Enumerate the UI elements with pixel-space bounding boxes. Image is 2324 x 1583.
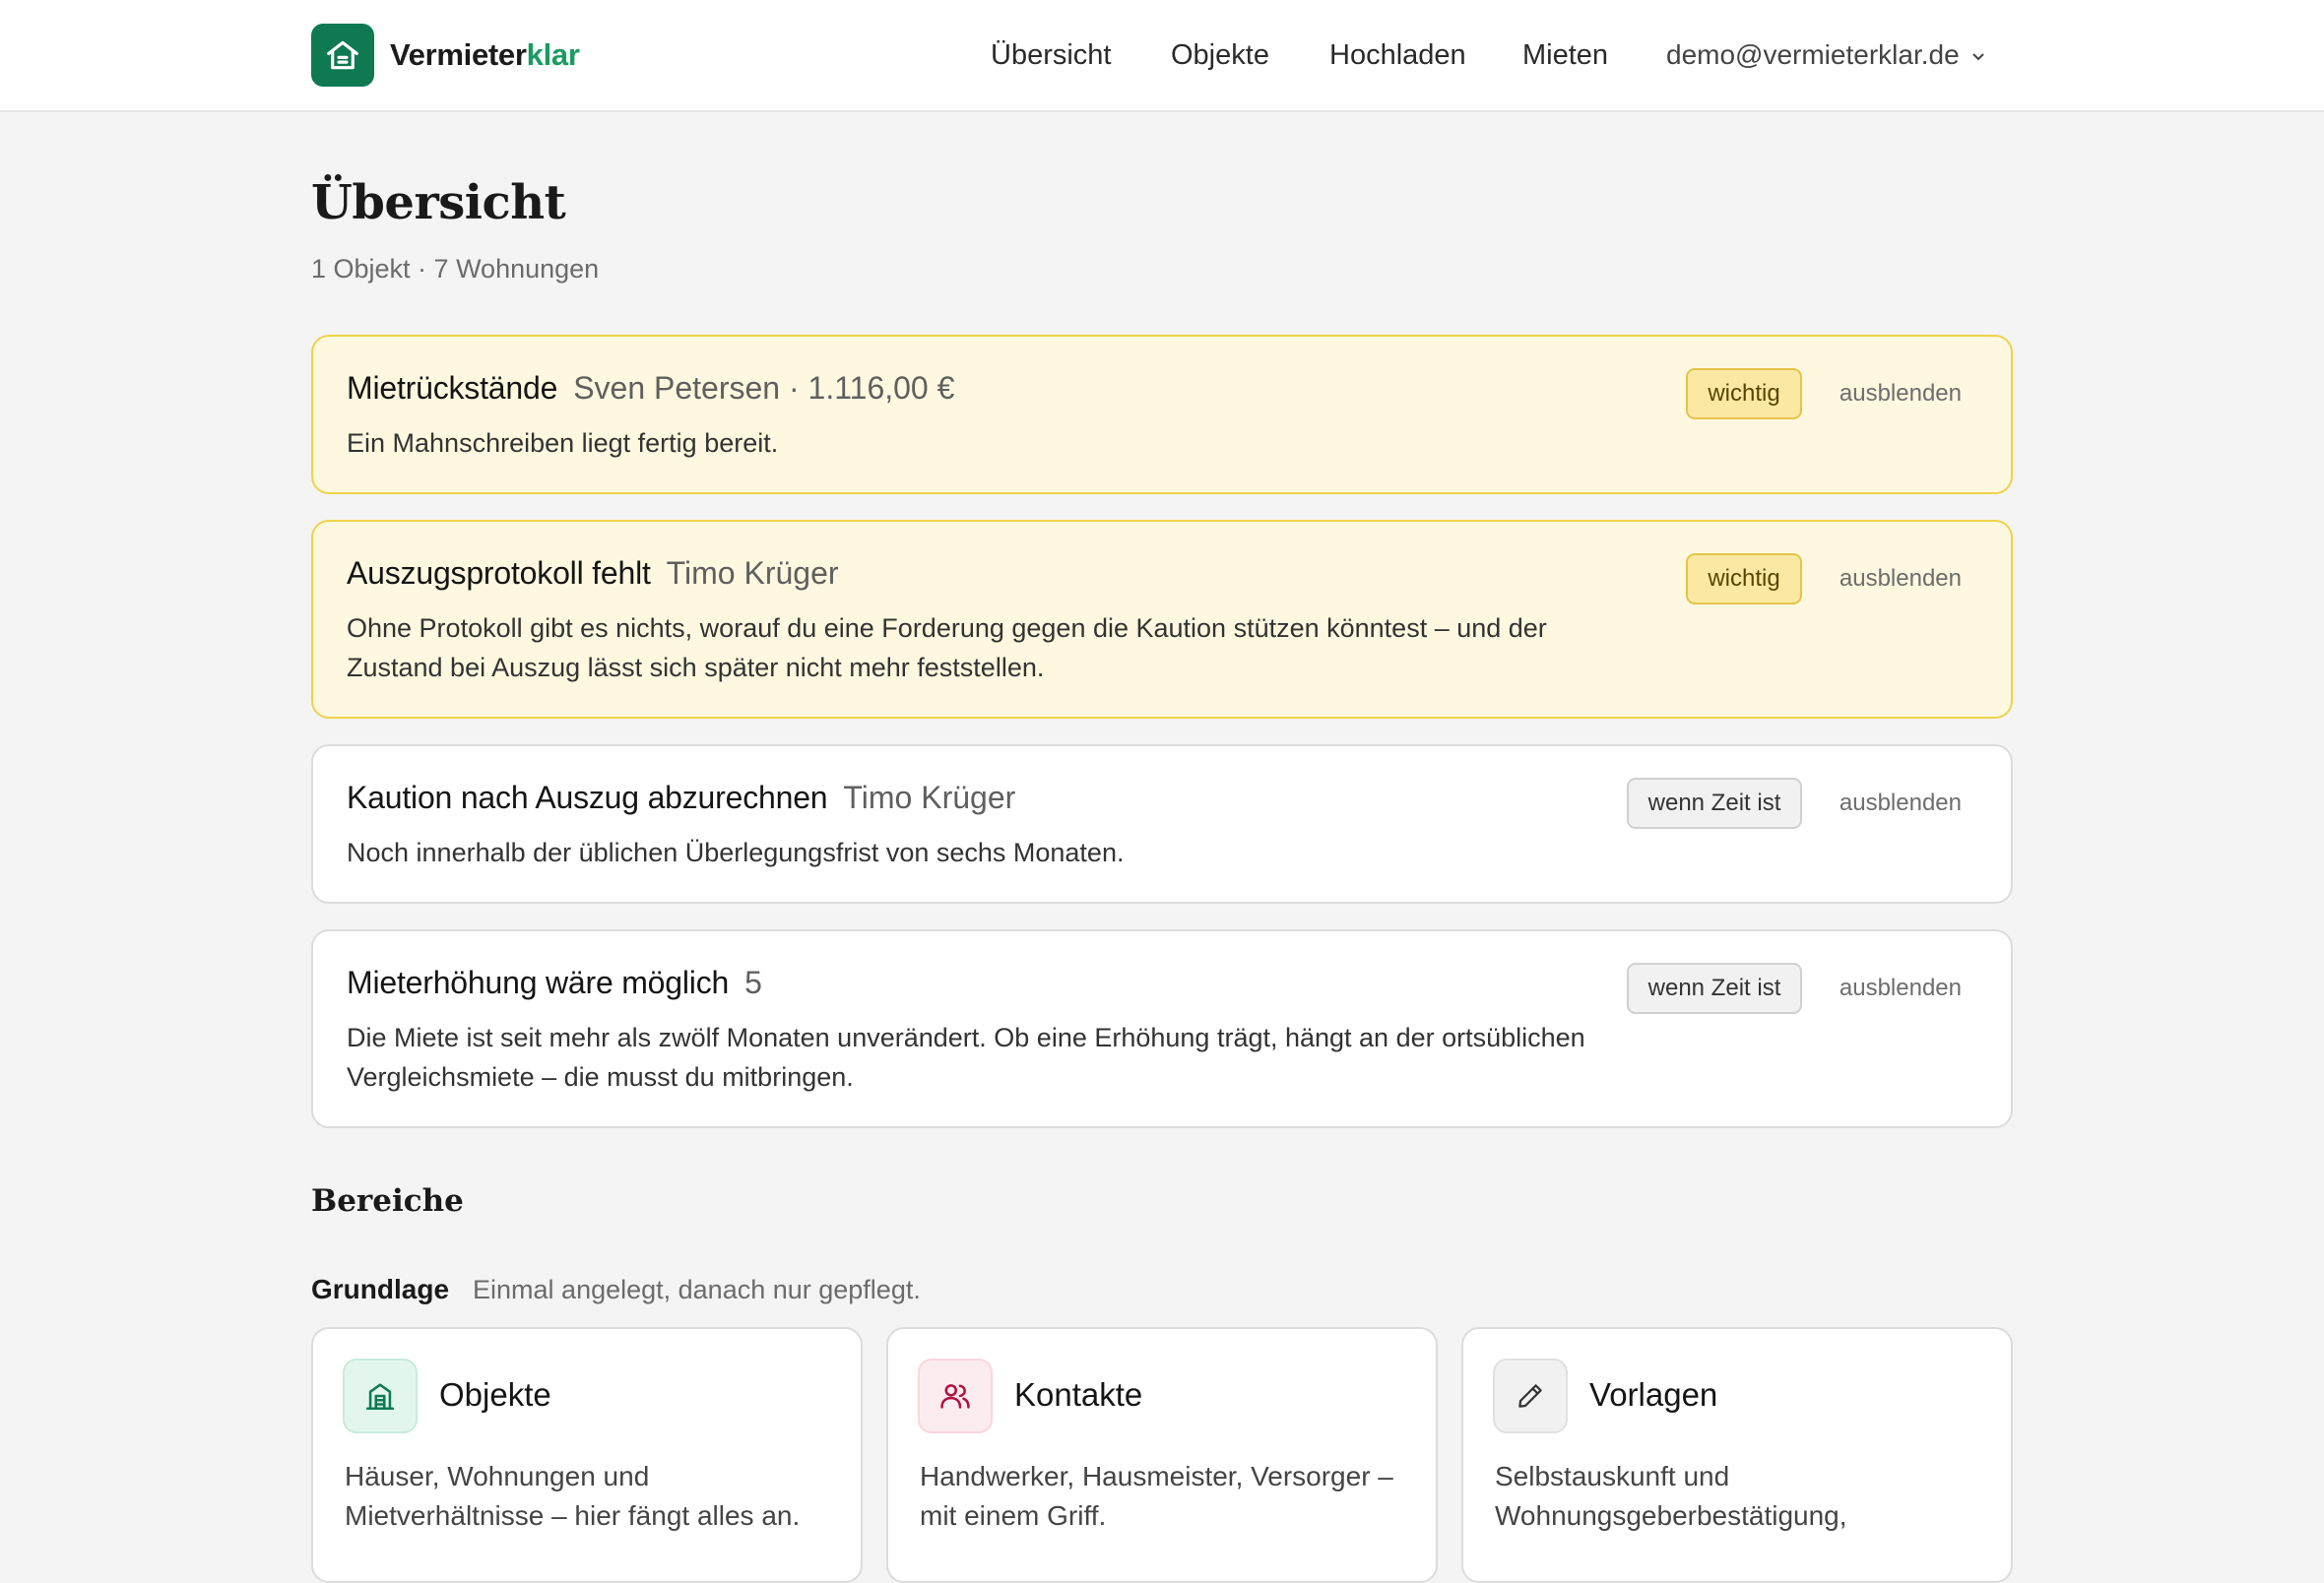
hide-button[interactable]: ausblenden <box>1840 380 1962 408</box>
task-title: Auszugsprotokoll fehlt <box>347 555 651 591</box>
task-subject: Timo Krüger <box>843 780 1016 815</box>
hide-button[interactable]: ausblenden <box>1840 790 1962 817</box>
tile-title: Vorlagen <box>1589 1376 1718 1413</box>
nav-item-objekte[interactable]: Objekte <box>1171 39 1269 72</box>
task-subject: Sven Petersen · 1.116,00 € <box>573 370 955 406</box>
task-header: Mieterhöhung wäre möglich 5 <box>347 965 762 1001</box>
users-icon <box>918 1359 993 1433</box>
hide-button[interactable]: ausblenden <box>1840 565 1962 593</box>
tile-title: Objekte <box>439 1376 551 1413</box>
task-card: Mieterhöhung wäre möglich 5 Die Miete is… <box>311 929 2013 1128</box>
task-card: Auszugsprotokoll fehlt Timo Krüger Ohne … <box>311 520 2013 719</box>
nav-item-uebersicht[interactable]: Übersicht <box>991 39 1112 72</box>
task-title: Mietrückstände <box>347 370 558 406</box>
area-tile-objekte[interactable]: Objekte Häuser, Wohnungen und Mietverhäl… <box>311 1327 863 1583</box>
page-subtitle: 1 Objekt · 7 Wohnungen <box>311 254 600 284</box>
page-title: Übersicht <box>311 175 566 230</box>
top-navigation-bar: Vermieterklar Übersicht Objekte Hochlade… <box>0 0 2324 112</box>
task-title: Mieterhöhung wäre möglich <box>347 965 730 1000</box>
user-email: demo@vermieterklar.de <box>1666 39 1960 70</box>
group-name: Grundlage <box>311 1274 450 1304</box>
tile-description: Handwerker, Hausmeister, Versorger – mit… <box>920 1461 1393 1531</box>
task-header: Auszugsprotokoll fehlt Timo Krüger <box>347 555 839 592</box>
priority-badge: wenn Zeit ist <box>1627 778 1802 829</box>
task-description: Ohne Protokoll gibt es nichts, worauf du… <box>347 613 1547 682</box>
group-description: Einmal angelegt, danach nur gepflegt. <box>473 1275 921 1304</box>
section-title: Bereiche <box>311 1183 464 1219</box>
chevron-down-icon <box>1971 53 1984 61</box>
tile-description: Häuser, Wohnungen und Mietverhältnisse –… <box>345 1461 801 1531</box>
building-icon <box>343 1359 418 1433</box>
task-title: Kaution nach Auszug abzurechnen <box>347 780 828 815</box>
task-header: Mietrückstände Sven Petersen · 1.116,00 … <box>347 370 954 407</box>
user-menu[interactable]: demo@vermieterklar.de <box>1666 39 1985 71</box>
task-description: Die Miete ist seit mehr als zwölf Monate… <box>347 1023 1585 1092</box>
area-tile-kontakte[interactable]: Kontakte Handwerker, Hausmeister, Versor… <box>886 1327 1438 1583</box>
priority-badge: wichtig <box>1686 368 1802 419</box>
task-subject: Timo Krüger <box>666 555 839 591</box>
task-description: Noch innerhalb der üblichen Überlegungsf… <box>347 838 1125 867</box>
priority-badge: wichtig <box>1686 553 1802 604</box>
pencil-icon <box>1493 1359 1568 1433</box>
nav-item-hochladen[interactable]: Hochladen <box>1329 39 1466 72</box>
group-header: Grundlage Einmal angelegt, danach nur ge… <box>311 1274 921 1305</box>
task-card: Kaution nach Auszug abzurechnen Timo Krü… <box>311 744 2013 904</box>
tile-description: Selbstauskunft und Wohnungsgeberbestätig… <box>1495 1461 1847 1531</box>
task-subject: 5 <box>744 965 762 1000</box>
task-card: Mietrückstände Sven Petersen · 1.116,00 … <box>311 335 2013 494</box>
nav-item-mieten[interactable]: Mieten <box>1522 39 1608 72</box>
task-description: Ein Mahnschreiben liegt fertig bereit. <box>347 428 779 458</box>
tile-title: Kontakte <box>1014 1376 1143 1413</box>
hide-button[interactable]: ausblenden <box>1840 975 1962 1002</box>
main-nav: Übersicht Objekte Hochladen Mieten demo@… <box>0 39 2324 79</box>
priority-badge: wenn Zeit ist <box>1627 963 1802 1014</box>
task-header: Kaution nach Auszug abzurechnen Timo Krü… <box>347 780 1015 816</box>
area-tile-vorlagen[interactable]: Vorlagen Selbstauskunft und Wohnungsgebe… <box>1461 1327 2013 1583</box>
